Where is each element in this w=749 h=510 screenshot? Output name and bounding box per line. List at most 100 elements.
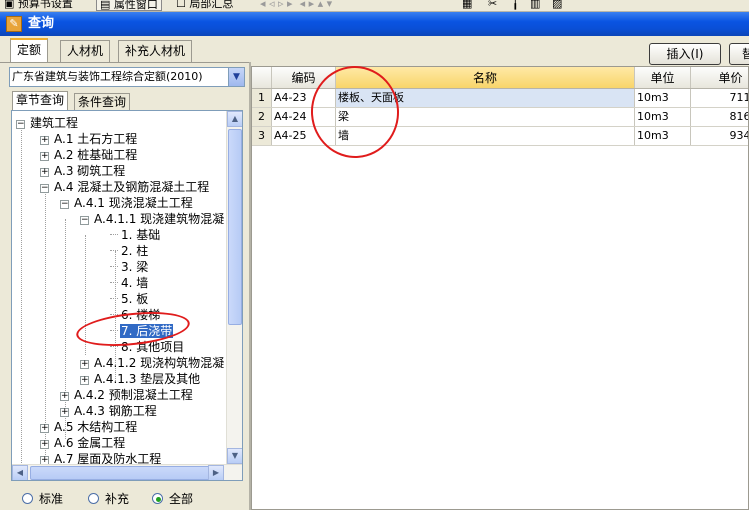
tree-node[interactable]: − A.4.1 现浇混凝土工程 bbox=[60, 195, 194, 211]
tree-node[interactable]: + A.4.2 预制混凝土工程 bbox=[60, 387, 194, 403]
scroll-left-icon[interactable]: ◀ bbox=[12, 465, 28, 480]
tree-node-label: 3. 梁 bbox=[121, 260, 149, 274]
tree-node[interactable]: 5. 板 bbox=[110, 291, 149, 307]
collapse-icon[interactable]: − bbox=[40, 184, 49, 193]
chevron-down-icon[interactable]: ▼ bbox=[228, 68, 244, 86]
tree-node-label: 8. 其他项目 bbox=[121, 340, 185, 354]
hscroll-thumb[interactable] bbox=[30, 466, 215, 480]
expand-icon[interactable]: + bbox=[40, 440, 49, 449]
property-window-button[interactable]: ▤ 属性窗口 bbox=[96, 0, 162, 11]
tree-node[interactable]: − 建筑工程 bbox=[16, 115, 79, 131]
window-titlebar[interactable]: ✎ 查询 bbox=[0, 12, 749, 36]
scroll-up-icon[interactable]: ▲ bbox=[227, 111, 242, 127]
tree-connector bbox=[110, 298, 118, 299]
app-icon: ✎ bbox=[6, 16, 22, 32]
scroll-thumb[interactable] bbox=[228, 129, 242, 325]
tree-node[interactable]: + A.6 金属工程 bbox=[40, 435, 126, 451]
tree-node[interactable]: 4. 墙 bbox=[110, 275, 149, 291]
app-toolbar: ▣ 预算书设置 ▤ 属性窗口 ☐ 局部汇总 ◂ ◃ ▹ ▸ ◂ ▸ ▴ ▾ ▦ … bbox=[0, 0, 749, 12]
partial-summary-button[interactable]: ☐ 局部汇总 bbox=[176, 0, 233, 11]
cell-num: 3 bbox=[252, 127, 272, 145]
cell-code: A4-25 bbox=[272, 127, 336, 145]
header-unit[interactable]: 单位 bbox=[635, 67, 691, 88]
collapse-icon[interactable]: − bbox=[80, 216, 89, 225]
tree-node[interactable]: 8. 其他项目 bbox=[110, 339, 185, 355]
tree-node-label: A.3 砌筑工程 bbox=[54, 164, 126, 178]
tree-node[interactable]: + A.4.3 钢筋工程 bbox=[60, 403, 158, 419]
expand-icon[interactable]: + bbox=[80, 376, 89, 385]
checkbox-icon: ☐ bbox=[176, 0, 186, 10]
book-icon[interactable]: ▥ bbox=[530, 0, 540, 11]
expand-icon[interactable]: + bbox=[60, 392, 69, 401]
tree-vertical-scrollbar[interactable]: ▲ ▼ bbox=[226, 111, 242, 464]
insert-button[interactable]: 插入(I) bbox=[649, 43, 721, 65]
tree-node-label: A.4.2 预制混凝土工程 bbox=[74, 388, 193, 402]
tree-node[interactable]: − A.4 混凝土及钢筋混凝土工程 bbox=[40, 179, 210, 195]
tree-node[interactable]: + A.1 土石方工程 bbox=[40, 131, 138, 147]
expand-icon[interactable]: + bbox=[40, 168, 49, 177]
nav-arrows-icon[interactable]: ◂ ◃ ▹ ▸ ◂ ▸ ▴ ▾ bbox=[260, 0, 332, 11]
replace-button[interactable]: 替 bbox=[729, 43, 749, 65]
cell-code: A4-23 bbox=[272, 89, 336, 107]
expand-icon[interactable]: + bbox=[80, 360, 89, 369]
table-row[interactable]: 1A4-23楼板、天面板10m3711.33 bbox=[252, 89, 749, 108]
table-row[interactable]: 2A4-24梁10m3816.13 bbox=[252, 108, 748, 127]
tree-node-label: 6. 楼梯 bbox=[121, 308, 161, 322]
scissors-icon[interactable]: ✂ bbox=[488, 0, 497, 11]
tree-node[interactable]: + A.2 桩基础工程 bbox=[40, 147, 138, 163]
tree-node-label: A.4 混凝土及钢筋混凝土工程 bbox=[54, 180, 210, 194]
radio-supplement[interactable]: 补充 bbox=[88, 491, 129, 507]
collapse-icon[interactable]: − bbox=[60, 200, 69, 209]
cell-name: 楼板、天面板 bbox=[336, 89, 635, 107]
budget-settings-button[interactable]: ▣ 预算书设置 bbox=[4, 0, 73, 11]
chapter-tree[interactable]: − 建筑工程 + A.1 土石方工程 + A.2 桩基础工程 + A.3 砌筑工程 − A.4 混… bbox=[11, 110, 243, 481]
tree-node[interactable]: 3. 梁 bbox=[110, 259, 149, 275]
header-code[interactable]: 编码 bbox=[272, 67, 336, 88]
tree-connector bbox=[110, 234, 118, 235]
tree-node-label: A.4.1.3 垫层及其他 bbox=[94, 372, 201, 386]
tree-node-label: A.1 土石方工程 bbox=[54, 132, 138, 146]
tree-node[interactable]: − A.4.1.1 现浇建筑物混凝 bbox=[80, 211, 225, 227]
expand-icon[interactable]: + bbox=[40, 424, 49, 433]
tab-labor-materials[interactable]: 人材机 bbox=[60, 40, 111, 62]
cell-unit: 10m3 bbox=[635, 108, 691, 126]
tree-node[interactable]: 2. 柱 bbox=[110, 243, 149, 259]
tab-chapter-query[interactable]: 章节查询 bbox=[12, 91, 69, 111]
tab-quota[interactable]: 定额 bbox=[10, 38, 49, 62]
tab-supplementary-materials[interactable]: 补充人材机 bbox=[118, 40, 193, 62]
window-icon: ▤ bbox=[100, 0, 111, 11]
tree-connector bbox=[110, 250, 118, 251]
tree-node[interactable]: 7. 后浇带 bbox=[110, 323, 174, 339]
header-price[interactable]: 单价 bbox=[691, 67, 748, 88]
grid-icon[interactable]: ▦ bbox=[462, 0, 472, 11]
tree-node[interactable]: 6. 楼梯 bbox=[110, 307, 161, 323]
left-panel: 广东省建筑与装饰工程综合定额(2010) ▼ 章节查询 条件查询 − 建筑工程 + A… bbox=[0, 62, 249, 510]
radio-standard[interactable]: 标准 bbox=[22, 491, 63, 507]
scroll-down-icon[interactable]: ▼ bbox=[227, 448, 242, 464]
tree-node-label: 4. 墙 bbox=[121, 276, 149, 290]
tree-node[interactable]: + A.3 砌筑工程 bbox=[40, 163, 126, 179]
cell-price: 711.33 bbox=[691, 89, 749, 107]
radio-all[interactable]: 全部 bbox=[152, 491, 193, 507]
expand-icon[interactable]: + bbox=[60, 408, 69, 417]
tree-node-label: 5. 板 bbox=[121, 292, 149, 306]
tree-connector bbox=[110, 330, 118, 331]
expand-icon[interactable]: + bbox=[40, 136, 49, 145]
tree-node-label: 1. 基础 bbox=[121, 228, 161, 242]
tree-horizontal-scrollbar[interactable]: ◀ ▶ bbox=[12, 464, 242, 480]
scroll-right-icon[interactable]: ▶ bbox=[208, 465, 224, 480]
quota-library-select[interactable]: 广东省建筑与装饰工程综合定额(2010) ▼ bbox=[9, 67, 245, 87]
tree-node[interactable]: + A.4.1.2 现浇构筑物混凝 bbox=[80, 355, 225, 371]
header-name[interactable]: 名称 bbox=[336, 67, 635, 88]
marker-icon[interactable]: ╽ bbox=[512, 0, 519, 11]
collapse-icon[interactable]: − bbox=[16, 120, 25, 129]
folder-icon[interactable]: ▨ bbox=[552, 0, 562, 11]
table-row[interactable]: 3A4-25墙10m3934.58 bbox=[252, 127, 748, 146]
tree-node-label: 7. 后浇带 bbox=[120, 324, 174, 338]
tab-condition-query[interactable]: 条件查询 bbox=[74, 93, 131, 111]
tree-node-label: A.4.3 钢筋工程 bbox=[74, 404, 157, 418]
tree-node[interactable]: + A.5 木结构工程 bbox=[40, 419, 138, 435]
expand-icon[interactable]: + bbox=[40, 152, 49, 161]
tree-node[interactable]: 1. 基础 bbox=[110, 227, 161, 243]
tree-node[interactable]: + A.4.1.3 垫层及其他 bbox=[80, 371, 201, 387]
